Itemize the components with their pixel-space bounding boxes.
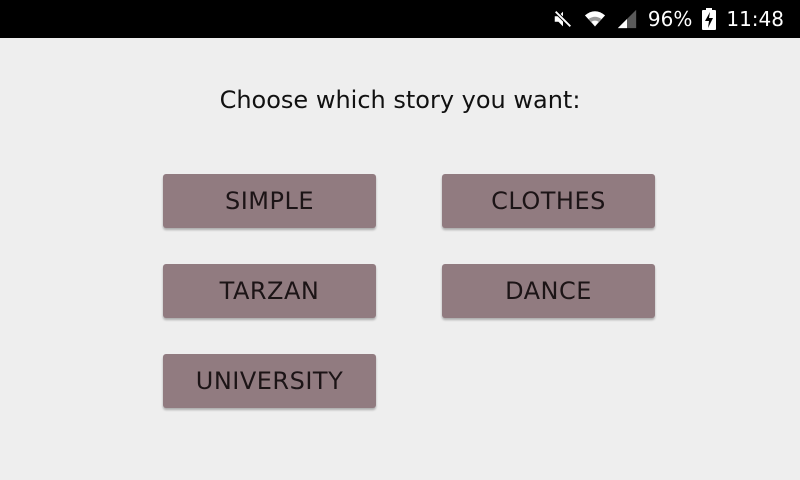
battery-percent: 96% bbox=[647, 7, 693, 31]
cell-signal-icon bbox=[616, 8, 638, 30]
dance-story-button[interactable]: DANCE bbox=[442, 264, 655, 318]
tarzan-story-button[interactable]: TARZAN bbox=[163, 264, 376, 318]
university-story-button[interactable]: UNIVERSITY bbox=[163, 354, 376, 408]
simple-story-button[interactable]: SIMPLE bbox=[163, 174, 376, 228]
clock: 11:48 bbox=[726, 7, 784, 31]
status-bar: 96% 11:48 bbox=[0, 0, 800, 38]
app-screen: 96% 11:48 Choose which story you want: S… bbox=[0, 0, 800, 480]
wifi-icon bbox=[584, 8, 606, 30]
status-icons: 96% 11:48 bbox=[552, 0, 784, 38]
mute-icon bbox=[552, 8, 574, 30]
story-prompt: Choose which story you want: bbox=[219, 86, 581, 114]
battery-charging-icon bbox=[702, 8, 717, 30]
clothes-story-button[interactable]: CLOTHES bbox=[442, 174, 655, 228]
